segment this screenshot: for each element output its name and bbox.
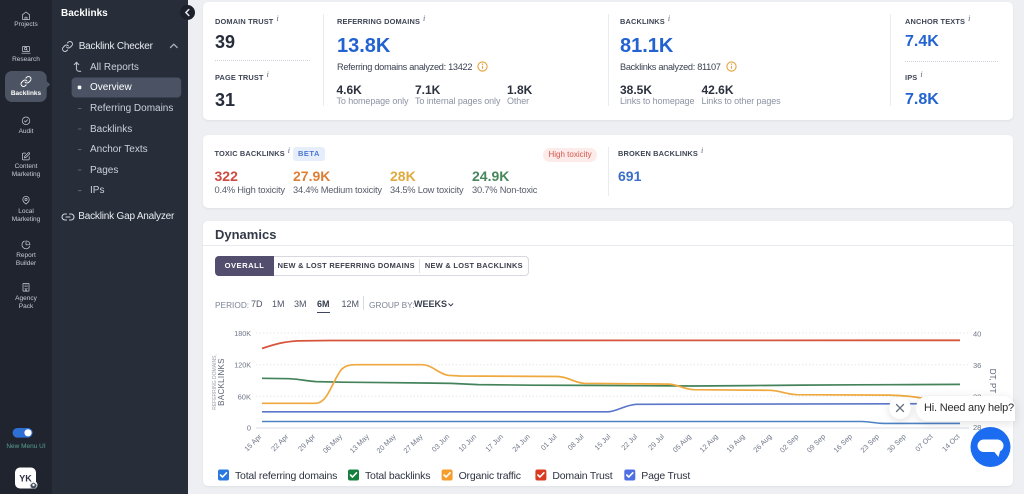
svg-text:02 Sep: 02 Sep <box>778 432 800 454</box>
svg-text:12 Aug: 12 Aug <box>698 432 720 454</box>
svg-text:BACKLINKS: BACKLINKS <box>217 358 226 406</box>
svg-text:23 Sep: 23 Sep <box>858 432 880 454</box>
svg-text:05 Aug: 05 Aug <box>671 432 693 454</box>
svg-text:13 May: 13 May <box>348 432 371 455</box>
svg-text:40: 40 <box>973 330 981 339</box>
svg-text:36: 36 <box>973 361 981 370</box>
svg-text:15 Jul: 15 Jul <box>592 432 612 452</box>
svg-text:24 Jun: 24 Jun <box>510 432 532 454</box>
svg-text:14 Oct: 14 Oct <box>940 432 961 453</box>
svg-text:22 Jul: 22 Jul <box>619 432 639 452</box>
svg-text:DT, PT: DT, PT <box>988 369 997 394</box>
svg-text:29 Jul: 29 Jul <box>646 432 666 452</box>
svg-text:Domain Trust: Domain Trust <box>552 470 612 482</box>
svg-text:03 Jun: 03 Jun <box>430 432 452 454</box>
svg-text:30 Sep: 30 Sep <box>885 432 907 454</box>
svg-text:Page Trust: Page Trust <box>641 470 690 482</box>
svg-text:08 Jul: 08 Jul <box>566 432 586 452</box>
svg-text:60K: 60K <box>238 392 251 401</box>
svg-text:22 Apr: 22 Apr <box>269 432 290 453</box>
svg-text:Total backlinks: Total backlinks <box>365 470 430 482</box>
svg-text:29 Apr: 29 Apr <box>296 432 317 453</box>
svg-text:120K: 120K <box>234 361 251 370</box>
svg-text:17 Jun: 17 Jun <box>483 432 505 454</box>
svg-text:20 May: 20 May <box>375 432 398 455</box>
svg-text:19 Aug: 19 Aug <box>724 432 746 454</box>
svg-text:27 May: 27 May <box>401 432 424 455</box>
svg-text:Total referring domains: Total referring domains <box>235 470 337 482</box>
svg-text:09 Sep: 09 Sep <box>805 432 827 454</box>
svg-text:REFERRING DOMAINS,: REFERRING DOMAINS, <box>212 354 218 410</box>
svg-text:07 Oct: 07 Oct <box>913 432 934 453</box>
svg-text:10 Jun: 10 Jun <box>457 432 479 454</box>
svg-text:0: 0 <box>247 424 251 433</box>
svg-text:16 Sep: 16 Sep <box>832 432 854 454</box>
svg-text:15 Apr: 15 Apr <box>242 432 263 453</box>
svg-text:26 Aug: 26 Aug <box>751 432 773 454</box>
svg-text:180K: 180K <box>234 329 251 338</box>
svg-text:Organic traffic: Organic traffic <box>459 470 521 482</box>
svg-text:YK: YK <box>19 474 32 484</box>
svg-text:06 May: 06 May <box>321 432 344 455</box>
svg-text:01 Jul: 01 Jul <box>539 432 559 452</box>
